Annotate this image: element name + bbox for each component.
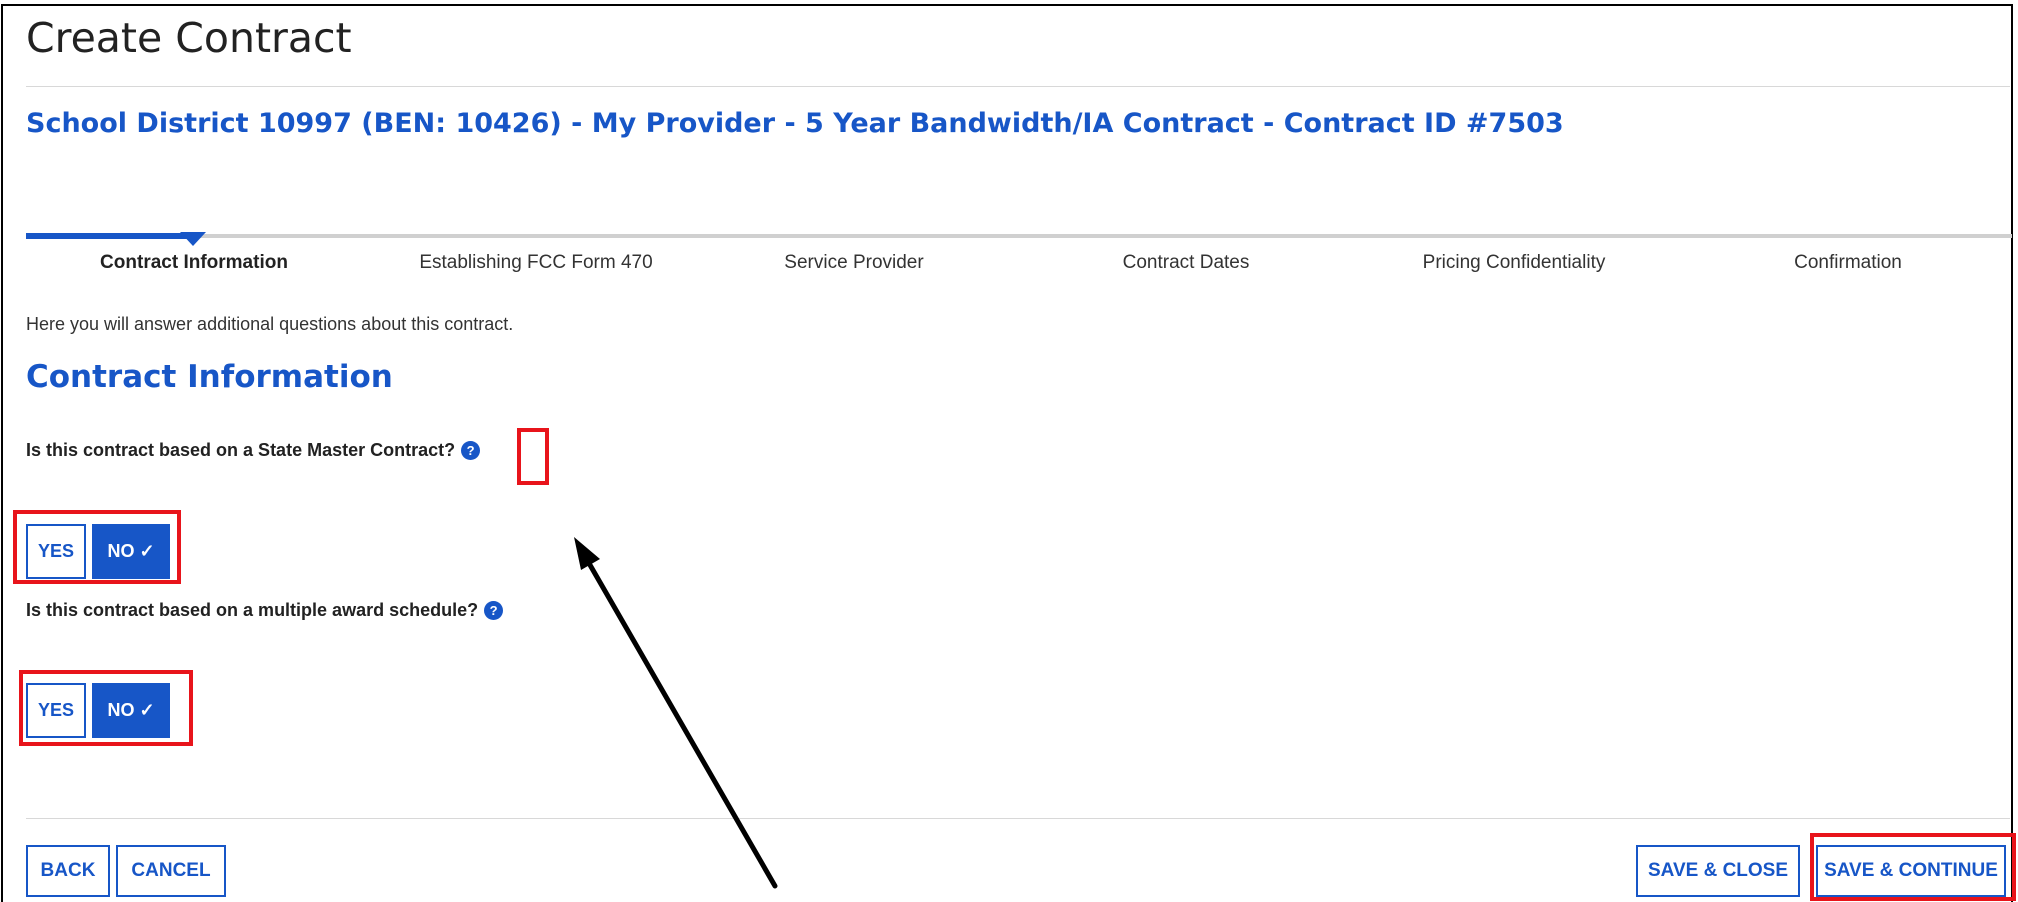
- section-title: Contract Information: [26, 359, 393, 395]
- stepper-current-marker: [180, 232, 206, 246]
- cancel-button[interactable]: CANCEL: [116, 845, 226, 897]
- question-multiple-award-schedule: Is this contract based on a multiple awa…: [26, 600, 504, 621]
- step-pricing-confidentiality[interactable]: Pricing Confidentiality: [1423, 252, 1606, 274]
- contract-title: School District 10997 (BEN: 10426) - My …: [26, 108, 1564, 139]
- question-text: Is this contract based on a multiple awa…: [26, 600, 479, 620]
- question-state-master-contract: Is this contract based on a State Master…: [26, 440, 481, 461]
- question-text: Is this contract based on a State Master…: [26, 440, 456, 460]
- step-contract-information[interactable]: Contract Information: [100, 252, 288, 274]
- step-service-provider[interactable]: Service Provider: [784, 252, 923, 274]
- help-icon[interactable]: ?: [484, 601, 504, 620]
- progress-stepper: Contract Information Establishing FCC Fo…: [26, 228, 2012, 288]
- no-button[interactable]: NO ✓: [92, 683, 170, 738]
- footer-divider: [26, 818, 2010, 819]
- help-icon[interactable]: ?: [461, 441, 481, 460]
- step-contract-dates[interactable]: Contract Dates: [1123, 252, 1250, 274]
- header-divider: [26, 86, 2010, 87]
- intro-text: Here you will answer additional question…: [26, 314, 514, 334]
- save-and-close-button[interactable]: SAVE & CLOSE: [1636, 845, 1800, 897]
- stepper-progress-bar: [26, 233, 191, 239]
- back-button[interactable]: BACK: [26, 845, 110, 897]
- save-and-continue-button[interactable]: SAVE & CONTINUE: [1816, 845, 2006, 897]
- state-master-contract-toggle: YES NO ✓: [26, 524, 170, 579]
- page-title: Create Contract: [26, 14, 352, 62]
- multiple-award-schedule-toggle: YES NO ✓: [26, 683, 170, 738]
- no-button[interactable]: NO ✓: [92, 524, 170, 579]
- step-confirmation[interactable]: Confirmation: [1794, 252, 1902, 274]
- yes-button[interactable]: YES: [26, 524, 86, 579]
- yes-button[interactable]: YES: [26, 683, 86, 738]
- step-establishing-fcc-form-470[interactable]: Establishing FCC Form 470: [419, 252, 652, 274]
- stepper-track: [26, 234, 2012, 238]
